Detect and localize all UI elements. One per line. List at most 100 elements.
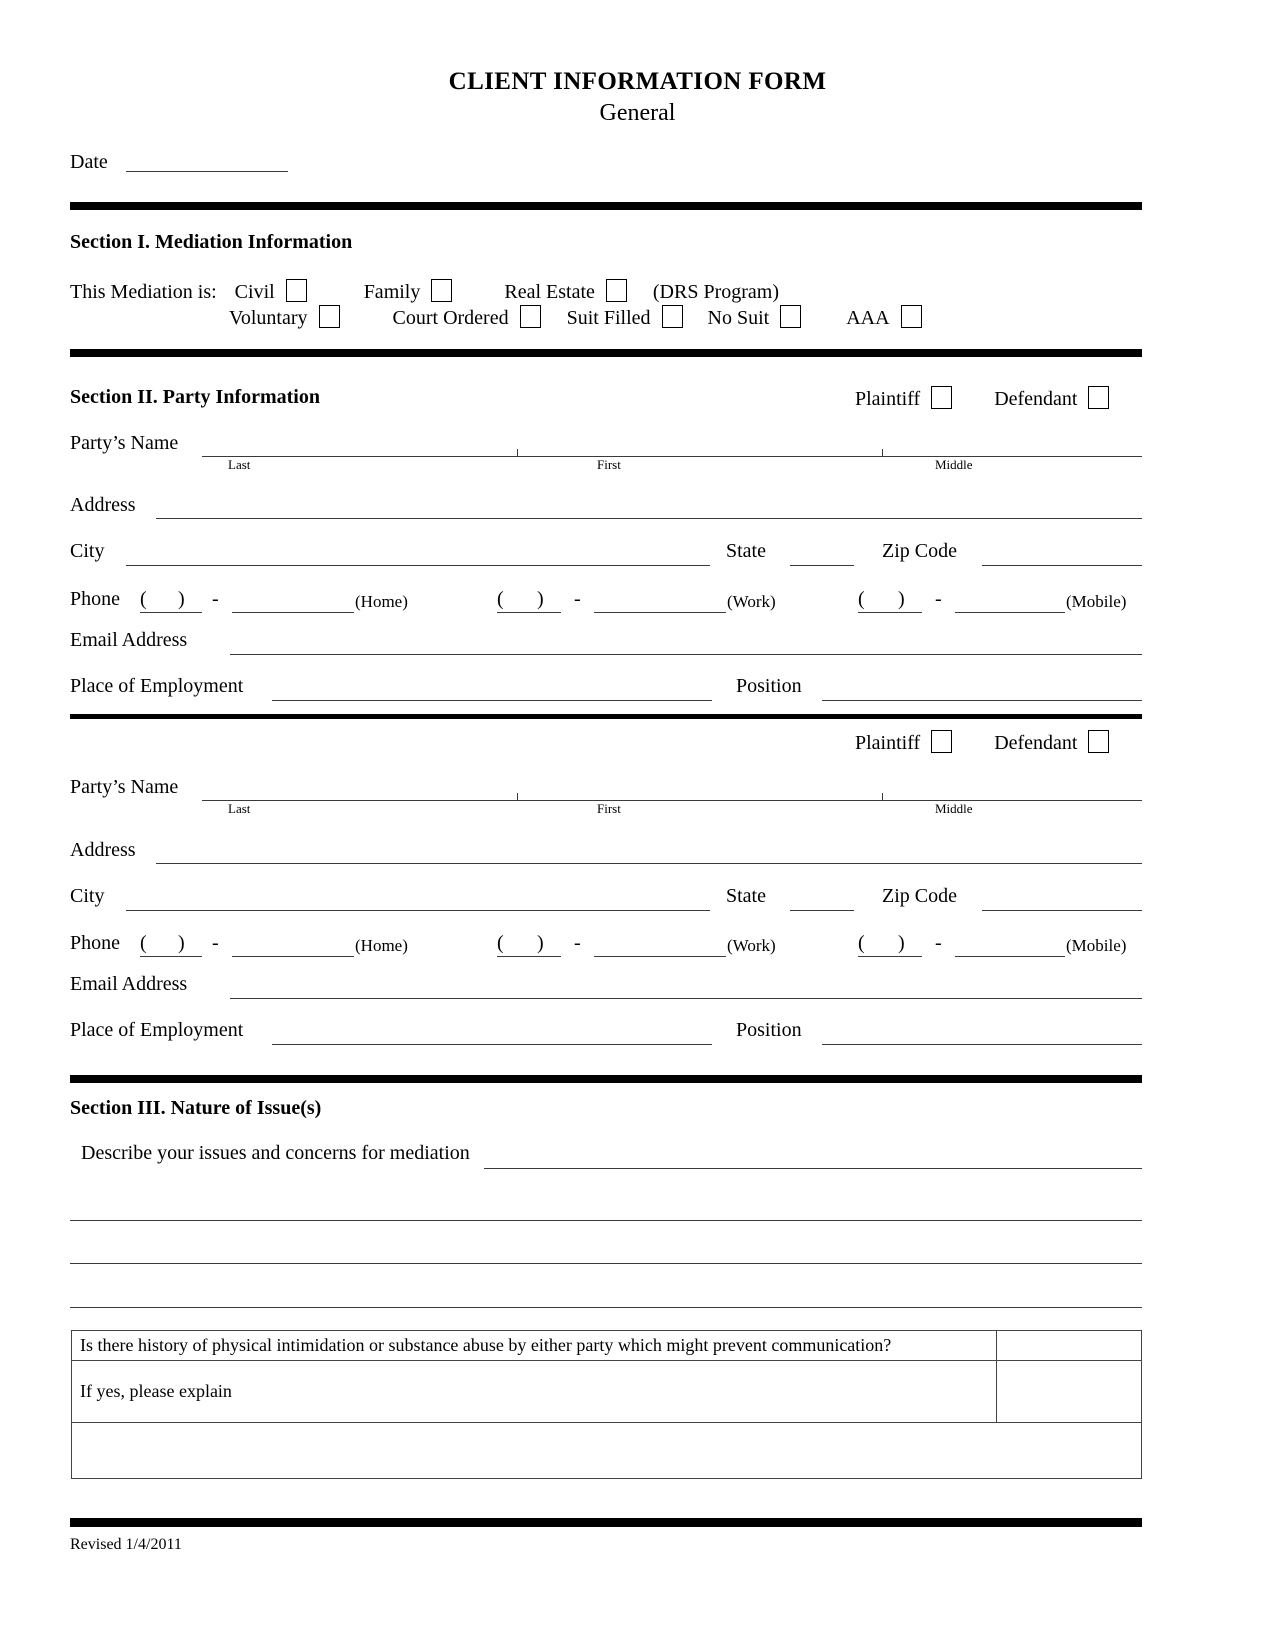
state-input-1[interactable]	[790, 565, 854, 566]
party-2-name-row: Party’s Name	[70, 777, 178, 798]
party-1-sub-first: First	[597, 457, 621, 472]
explain-value-cell[interactable]	[996, 1359, 1142, 1423]
party-2-role-row: Plaintiff Defendant	[855, 730, 1110, 754]
name-divider-tick	[517, 793, 518, 800]
describe-issues-input-line-1[interactable]	[484, 1168, 1142, 1169]
employment-input-1[interactable]	[272, 700, 712, 701]
zip-input-1[interactable]	[982, 565, 1142, 566]
no-suit-checkbox[interactable]	[780, 305, 802, 328]
suit-filled-checkbox[interactable]	[661, 305, 683, 328]
phone-home-dash-1: -	[212, 588, 219, 610]
email-input-2[interactable]	[230, 998, 1142, 999]
suit-filled-label: Suit Filled	[566, 307, 651, 329]
form-page: CLIENT INFORMATION FORM General Date Sec…	[0, 0, 1275, 1650]
email-label-2: Email Address	[70, 973, 188, 995]
phone-home-tag-1: (Home)	[355, 592, 408, 611]
explain-extra-cell[interactable]	[71, 1421, 1142, 1479]
phone-work-dash-1: -	[574, 588, 581, 610]
position-input-1[interactable]	[822, 700, 1142, 701]
phone-work-paren-close-1: )	[537, 588, 544, 610]
party-name-input-1[interactable]	[202, 449, 1142, 457]
party-2-sub-first: First	[597, 801, 621, 816]
phone-label-1: Phone	[70, 588, 120, 610]
date-input[interactable]	[125, 158, 288, 172]
page-subtitle: General	[599, 100, 676, 126]
phone-work-tag-2: (Work)	[727, 936, 776, 955]
phone-work-number-input-1[interactable]	[594, 612, 726, 613]
state-input-2[interactable]	[790, 910, 854, 911]
address-input-2[interactable]	[156, 863, 1142, 864]
party-2-sub-last: Last	[228, 801, 251, 816]
describe-issues-input-line-3[interactable]	[70, 1263, 1142, 1264]
plaintiff-checkbox-1[interactable]	[931, 386, 953, 409]
phone-home-paren-close-1: )	[178, 588, 185, 610]
position-label-1: Position	[736, 675, 802, 697]
phone-mobile-paren-close-2: )	[898, 932, 905, 954]
phone-mobile-number-input-1[interactable]	[955, 612, 1065, 613]
plaintiff-checkbox-2[interactable]	[931, 730, 953, 753]
describe-issues-input-line-2[interactable]	[70, 1220, 1142, 1221]
court-ordered-checkbox[interactable]	[519, 305, 541, 328]
phone-home-area-input-1[interactable]	[140, 612, 202, 613]
zip-label-1: Zip Code	[882, 540, 957, 562]
party-name-input-2[interactable]	[202, 793, 1142, 801]
address-input-1[interactable]	[156, 518, 1142, 519]
page-title: CLIENT INFORMATION FORM	[448, 68, 827, 95]
phone-work-area-input-2[interactable]	[497, 956, 561, 957]
email-input-1[interactable]	[230, 654, 1142, 655]
city-label-1: City	[70, 540, 105, 562]
name-divider-tick	[517, 449, 518, 456]
describe-issues-label: Describe your issues and concerns for me…	[81, 1142, 470, 1164]
party-2-sub-middle: Middle	[935, 801, 973, 816]
family-checkbox[interactable]	[431, 279, 453, 302]
voluntary-checkbox[interactable]	[318, 305, 340, 328]
court-ordered-label: Court Ordered	[392, 307, 509, 329]
employment-label-2: Place of Employment	[70, 1019, 244, 1041]
phone-home-paren-open-1: (	[140, 588, 147, 610]
phone-work-number-input-2[interactable]	[594, 956, 726, 957]
phone-mobile-area-input-2[interactable]	[858, 956, 922, 957]
voluntary-label: Voluntary	[229, 307, 308, 329]
civil-label: Civil	[234, 281, 275, 303]
defendant-checkbox-2[interactable]	[1088, 730, 1110, 753]
phone-mobile-tag-2: (Mobile)	[1066, 936, 1127, 955]
explain-label-cell: If yes, please explain	[71, 1359, 997, 1423]
history-answer-cell[interactable]	[996, 1330, 1142, 1361]
address-label-1: Address	[70, 494, 136, 516]
phone-mobile-tag-1: (Mobile)	[1066, 592, 1127, 611]
table-row: If yes, please explain	[71, 1359, 1142, 1423]
phone-home-area-input-2[interactable]	[140, 956, 202, 957]
party-name-label-2: Party’s Name	[70, 776, 179, 798]
email-label-1: Email Address	[70, 629, 188, 651]
city-input-1[interactable]	[126, 565, 710, 566]
phone-home-number-input-1[interactable]	[232, 612, 354, 613]
phone-work-tag-1: (Work)	[727, 592, 776, 611]
divider-bar-2	[70, 349, 1142, 357]
phone-mobile-area-input-1[interactable]	[858, 612, 922, 613]
table-row	[71, 1421, 1142, 1479]
describe-issues-input-line-4[interactable]	[70, 1307, 1142, 1308]
phone-mobile-paren-open-1: (	[858, 588, 865, 610]
position-input-2[interactable]	[822, 1044, 1142, 1045]
section-2-title: Section II. Party Information	[70, 386, 320, 408]
real-estate-checkbox[interactable]	[605, 279, 627, 302]
employment-input-2[interactable]	[272, 1044, 712, 1045]
divider-bar-3	[70, 714, 1142, 719]
city-input-2[interactable]	[126, 910, 710, 911]
phone-mobile-number-input-2[interactable]	[955, 956, 1065, 957]
defendant-checkbox-1[interactable]	[1088, 386, 1110, 409]
defendant-label-1: Defendant	[994, 388, 1078, 410]
section-2-heading: Section II. Party Information	[70, 387, 320, 407]
zip-input-2[interactable]	[982, 910, 1142, 911]
divider-bar-5	[70, 1518, 1142, 1527]
plaintiff-label-2: Plaintiff	[855, 732, 921, 754]
party-1-role-row: Plaintiff Defendant	[855, 386, 1110, 410]
phone-home-number-input-2[interactable]	[232, 956, 354, 957]
aaa-checkbox[interactable]	[900, 305, 922, 328]
phone-work-paren-open-1: (	[497, 588, 504, 610]
phone-work-area-input-1[interactable]	[497, 612, 561, 613]
table-row: Is there history of physical intimidatio…	[71, 1330, 1142, 1361]
civil-checkbox[interactable]	[285, 279, 307, 302]
name-divider-tick	[882, 449, 883, 456]
employment-label-1: Place of Employment	[70, 675, 244, 697]
